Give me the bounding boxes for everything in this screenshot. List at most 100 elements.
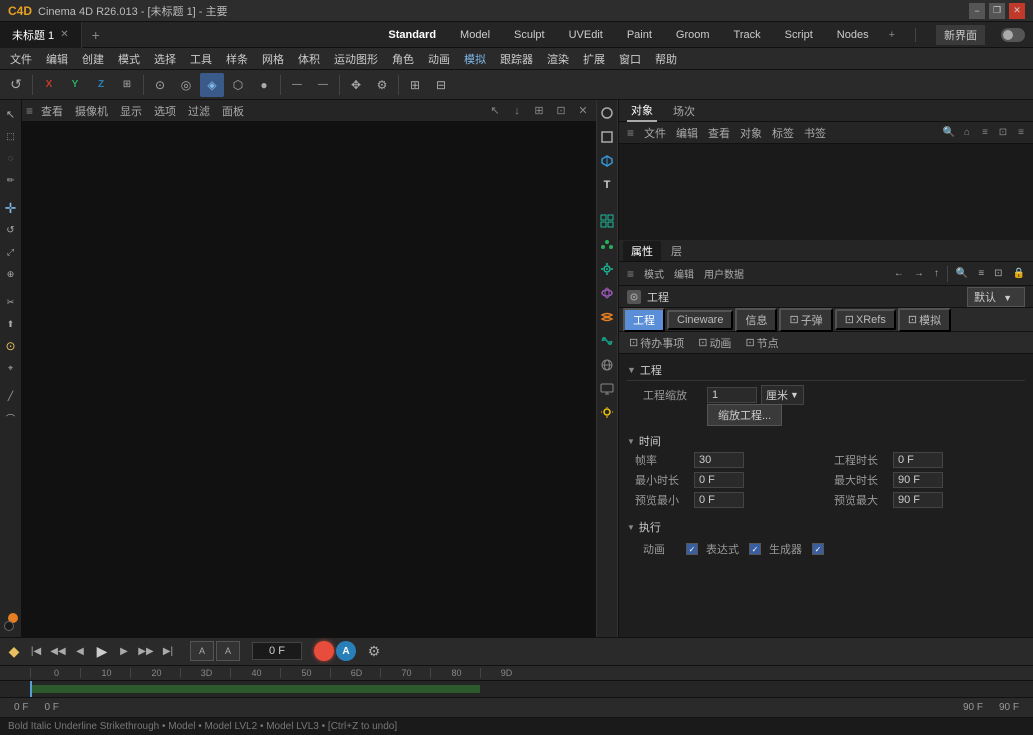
- vp-menu-camera[interactable]: 摄像机: [71, 101, 112, 121]
- vp-menu-display[interactable]: 显示: [116, 101, 146, 121]
- vp-down-icon[interactable]: ↓: [508, 102, 526, 120]
- menu-create[interactable]: 创建: [76, 49, 110, 69]
- scale-input[interactable]: [707, 387, 757, 403]
- vp-grid-icon[interactable]: ⊞: [530, 102, 548, 120]
- vp-menu-filter[interactable]: 过滤: [184, 101, 214, 121]
- menu-simulate[interactable]: 模拟: [458, 49, 492, 69]
- tl-play-button[interactable]: ▶: [92, 641, 112, 661]
- obj-toolbar-menu-icon[interactable]: ≡: [623, 126, 638, 140]
- menu-spline[interactable]: 样条: [220, 49, 254, 69]
- sp-circle-icon[interactable]: [598, 104, 616, 122]
- prop-window-icon[interactable]: ⊡: [990, 266, 1006, 282]
- prop-tab-attributes[interactable]: 属性: [623, 241, 661, 261]
- tab-scene[interactable]: 场次: [669, 101, 699, 121]
- proj-dur-value[interactable]: 0 F: [893, 452, 943, 468]
- sp-particles-icon[interactable]: [598, 236, 616, 254]
- tab-track[interactable]: Track: [730, 27, 765, 43]
- tab-add-button[interactable]: +: [82, 27, 110, 43]
- tl-prev-step-button[interactable]: ◀: [70, 641, 90, 661]
- expression-checkbox[interactable]: ✓: [749, 543, 761, 555]
- point-mode-button[interactable]: ●: [252, 73, 276, 97]
- vp-window-icon[interactable]: ⊡: [552, 102, 570, 120]
- prop-tab-layer[interactable]: 层: [663, 241, 690, 261]
- tab-paint[interactable]: Paint: [623, 27, 656, 43]
- autokey-button[interactable]: A: [336, 641, 356, 661]
- left-lasso-tool[interactable]: ◌: [1, 148, 21, 168]
- min-dur-value[interactable]: 0 F: [694, 472, 744, 488]
- execute-section-title[interactable]: ▼ 执行: [627, 517, 1025, 537]
- sp-light-icon[interactable]: [598, 404, 616, 422]
- tab-uvedit[interactable]: UVEdit: [565, 27, 607, 43]
- dark-mode-toggle[interactable]: [1001, 28, 1025, 42]
- prev-min-value[interactable]: 0 F: [694, 492, 744, 508]
- sub-tab-cineware[interactable]: Cineware: [667, 310, 733, 330]
- sub-tab2-nodes[interactable]: ⊡ 节点: [739, 333, 784, 353]
- tab-nodes[interactable]: Nodes: [833, 27, 873, 43]
- tab-groom[interactable]: Groom: [672, 27, 714, 43]
- prop-nav-up[interactable]: ↑: [930, 266, 943, 282]
- record-button[interactable]: [314, 641, 334, 661]
- obj-menu-tag[interactable]: 标签: [768, 123, 798, 143]
- prop-search-icon[interactable]: 🔍: [952, 266, 972, 282]
- tab-script[interactable]: Script: [781, 27, 817, 43]
- sp-deformer-icon[interactable]: [598, 308, 616, 326]
- workplane-button[interactable]: —: [311, 73, 335, 97]
- sp-spline-icon[interactable]: [598, 332, 616, 350]
- vp-menu-view[interactable]: 查看: [37, 101, 67, 121]
- tl-prev-frame-button[interactable]: ◀◀: [48, 641, 68, 661]
- tab-model[interactable]: Model: [456, 27, 494, 43]
- left-spline-tool[interactable]: ⌒: [1, 408, 21, 428]
- menu-mograph[interactable]: 运动图形: [328, 49, 384, 69]
- animate-checkbox[interactable]: ✓: [686, 543, 698, 555]
- menu-animate[interactable]: 动画: [422, 49, 456, 69]
- menu-mode[interactable]: 模式: [112, 49, 146, 69]
- undo-button[interactable]: ↺: [4, 73, 28, 97]
- tab-object[interactable]: 对象: [627, 100, 657, 122]
- scale-project-button[interactable]: 缩放工程...: [707, 404, 782, 426]
- sp-ring-icon[interactable]: [598, 284, 616, 302]
- obj-menu-file[interactable]: 文件: [640, 123, 670, 143]
- close-button[interactable]: ✕: [1009, 3, 1025, 19]
- project-section-header[interactable]: ▼ 工程: [627, 360, 1025, 381]
- settings-tool-button[interactable]: ⚙: [370, 73, 394, 97]
- timeline-track[interactable]: [0, 681, 1033, 697]
- scale-unit-dropdown[interactable]: 厘米 ▼: [761, 385, 804, 405]
- menu-tracker[interactable]: 跟踪器: [494, 49, 539, 69]
- prop-filter-icon[interactable]: ≡: [974, 266, 988, 282]
- menu-help[interactable]: 帮助: [649, 49, 683, 69]
- z-coord-button[interactable]: Z: [89, 73, 113, 97]
- prop-lock-icon[interactable]: 🔒: [1009, 266, 1029, 282]
- left-rotate-tool[interactable]: ↺: [1, 220, 21, 240]
- prop-btn-edit[interactable]: 编辑: [670, 264, 698, 283]
- prop-btn-userdata[interactable]: 用户数据: [700, 264, 748, 283]
- obj-search-icon[interactable]: 🔍: [941, 125, 957, 141]
- tab-add-icon[interactable]: +: [889, 29, 895, 41]
- obj-menu-edit[interactable]: 编辑: [672, 123, 702, 143]
- menu-file[interactable]: 文件: [4, 49, 38, 69]
- viewport-menu-icon[interactable]: ≡: [26, 104, 33, 118]
- snap-button[interactable]: —: [285, 73, 309, 97]
- sp-globe-icon[interactable]: [598, 356, 616, 374]
- menu-select[interactable]: 选择: [148, 49, 182, 69]
- tl-step-back-button[interactable]: |◀: [26, 641, 46, 661]
- restore-button[interactable]: ❐: [989, 3, 1005, 19]
- tab-close-btn[interactable]: ✕: [60, 29, 68, 40]
- menu-character[interactable]: 角色: [386, 49, 420, 69]
- prop-btn-mode[interactable]: 模式: [640, 264, 668, 283]
- minimize-button[interactable]: −: [969, 3, 985, 19]
- sp-square-icon[interactable]: [598, 128, 616, 146]
- vp-close-icon[interactable]: ✕: [574, 102, 592, 120]
- left-paint-tool[interactable]: ✏: [1, 170, 21, 190]
- poly-mode-button[interactable]: ◎: [174, 73, 198, 97]
- edge-mode-button[interactable]: ⬡: [226, 73, 250, 97]
- prop-nav-right[interactable]: →: [910, 266, 928, 282]
- tl-range-btn[interactable]: A: [190, 641, 214, 661]
- left-transform-tool[interactable]: ⊕: [1, 264, 21, 284]
- obj-filter-icon[interactable]: ≡: [977, 125, 993, 141]
- sub-tab2-todo[interactable]: ⊡ 待办事项: [623, 333, 690, 353]
- sub-tab-xrefs[interactable]: ⊡ XRefs: [835, 309, 896, 330]
- prop-nav-left[interactable]: ←: [890, 266, 908, 282]
- obj-menu-object[interactable]: 对象: [736, 123, 766, 143]
- tab-standard[interactable]: Standard: [384, 27, 440, 43]
- left-cursor-tool[interactable]: ↖: [1, 104, 21, 124]
